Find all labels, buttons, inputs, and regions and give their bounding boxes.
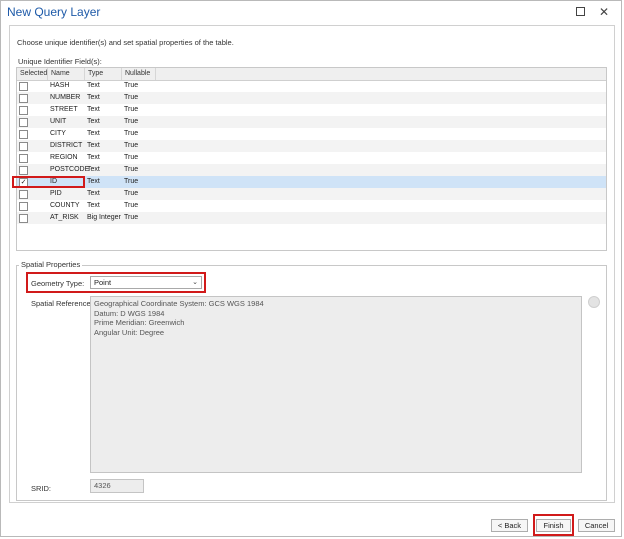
sr-line: Angular Unit: Degree (94, 327, 165, 337)
table-row[interactable]: STREET Text True (17, 104, 606, 116)
maximize-icon[interactable] (569, 3, 591, 21)
sr-line: Geographical Coordinate System: GCS WGS … (94, 299, 264, 308)
table-row[interactable]: NUMBER Text True (17, 92, 606, 104)
finish-button-highlight (533, 514, 574, 536)
field-nullable-cell: True (124, 130, 139, 137)
close-icon[interactable]: ✕ (593, 3, 615, 21)
back-button[interactable]: < Back (491, 519, 528, 532)
field-name-cell: POSTCODE (50, 166, 90, 173)
field-type-cell: Big Integer (87, 214, 121, 221)
table-row[interactable]: AT_RISK Big Integer True (17, 212, 606, 224)
checkbox[interactable] (19, 94, 28, 103)
table-row[interactable]: REGION Text True (17, 152, 606, 164)
field-name-cell: STREET (50, 106, 78, 113)
srid-label: SRID: (31, 484, 52, 493)
field-name-cell: PID (50, 190, 62, 197)
row-select-cell (19, 152, 46, 164)
dialog-title: New Query Layer (7, 5, 101, 19)
table-row[interactable]: PID Text True (17, 188, 606, 200)
title-bar: New Query Layer ✕ (1, 1, 621, 23)
row-select-cell (19, 116, 46, 128)
select-coordinate-system-icon[interactable] (588, 296, 600, 308)
column-header-selected[interactable]: Selected (17, 68, 48, 80)
checkbox[interactable] (19, 82, 28, 91)
field-name-cell: AT_RISK (50, 214, 79, 221)
field-nullable-cell: True (124, 106, 139, 113)
field-type-cell: Text (87, 130, 100, 137)
field-type-cell: Text (87, 154, 100, 161)
table-row[interactable]: COUNTY Text True (17, 200, 606, 212)
field-name-cell: UNIT (50, 118, 67, 125)
spatial-reference-label: Spatial Reference: (31, 299, 93, 308)
field-type-cell: Text (87, 202, 100, 209)
grid-rows: HASH Text True NUMBER Text True STREET Text True… (17, 80, 606, 224)
table-row[interactable]: ✓ ID Text True (17, 176, 606, 188)
field-name-cell: HASH (50, 82, 70, 89)
row-select-cell (19, 140, 46, 152)
checkbox[interactable] (19, 214, 28, 223)
row-select-cell (19, 200, 46, 212)
field-nullable-cell: True (124, 142, 139, 149)
field-nullable-cell: True (124, 94, 139, 101)
row-select-cell (19, 80, 46, 92)
column-header-type[interactable]: Type (85, 68, 122, 80)
field-type-cell: Text (87, 118, 100, 125)
field-nullable-cell: True (124, 118, 139, 125)
field-type-cell: Text (87, 178, 100, 185)
unique-identifier-label: Unique Identifier Field(s): (18, 57, 102, 66)
wizard-panel: Choose unique identifier(s) and set spat… (9, 25, 615, 503)
sr-line: Datum: D WGS 1984 (94, 308, 165, 318)
table-row[interactable]: CITY Text True (17, 128, 606, 140)
table-row[interactable]: POSTCODE Text True (17, 164, 606, 176)
checkbox[interactable] (19, 142, 28, 151)
field-name-cell: REGION (50, 154, 78, 161)
checkbox[interactable] (19, 154, 28, 163)
checkbox[interactable] (19, 106, 28, 115)
field-type-cell: Text (87, 82, 100, 89)
checkbox[interactable] (19, 130, 28, 139)
field-nullable-cell: True (124, 214, 139, 221)
field-type-cell: Text (87, 142, 100, 149)
id-row-highlight (12, 176, 85, 188)
geometry-type-highlight (26, 272, 206, 293)
field-name-cell: NUMBER (50, 94, 81, 101)
row-select-cell (19, 164, 46, 176)
field-nullable-cell: True (124, 202, 139, 209)
checkbox[interactable] (19, 202, 28, 211)
spatial-properties-legend: Spatial Properties (19, 260, 83, 269)
table-row[interactable]: UNIT Text True (17, 116, 606, 128)
field-name-cell: DISTRICT (50, 142, 83, 149)
field-nullable-cell: True (124, 154, 139, 161)
field-nullable-cell: True (124, 190, 139, 197)
field-type-cell: Text (87, 166, 100, 173)
checkbox[interactable] (19, 166, 28, 175)
field-type-cell: Text (87, 94, 100, 101)
column-header-name[interactable]: Name (48, 68, 85, 80)
table-row[interactable]: HASH Text True (17, 80, 606, 92)
row-select-cell (19, 128, 46, 140)
field-type-cell: Text (87, 106, 100, 113)
sr-line: Prime Meridian: Greenwich (94, 318, 185, 327)
row-select-cell (19, 212, 46, 224)
table-row[interactable]: DISTRICT Text True (17, 140, 606, 152)
field-name-cell: COUNTY (50, 202, 80, 209)
field-name-cell: CITY (50, 130, 66, 137)
row-select-cell (19, 188, 46, 200)
column-header-nullable[interactable]: Nullable (122, 68, 156, 80)
field-type-cell: Text (87, 190, 100, 197)
cancel-button[interactable]: Cancel (578, 519, 615, 532)
new-query-layer-dialog: New Query Layer ✕ Choose unique identifi… (0, 0, 622, 537)
srid-field: 4326 (90, 479, 144, 493)
instruction-text: Choose unique identifier(s) and set spat… (17, 38, 234, 47)
row-select-cell (19, 92, 46, 104)
checkbox[interactable] (19, 190, 28, 199)
field-nullable-cell: True (124, 178, 139, 185)
field-nullable-cell: True (124, 166, 139, 173)
row-select-cell (19, 104, 46, 116)
checkbox[interactable] (19, 118, 28, 127)
fields-grid: Selected Name Type Nullable HASH Text True… (16, 67, 607, 251)
spatial-reference-details: Geographical Coordinate System: GCS WGS … (90, 296, 582, 473)
field-nullable-cell: True (124, 82, 139, 89)
